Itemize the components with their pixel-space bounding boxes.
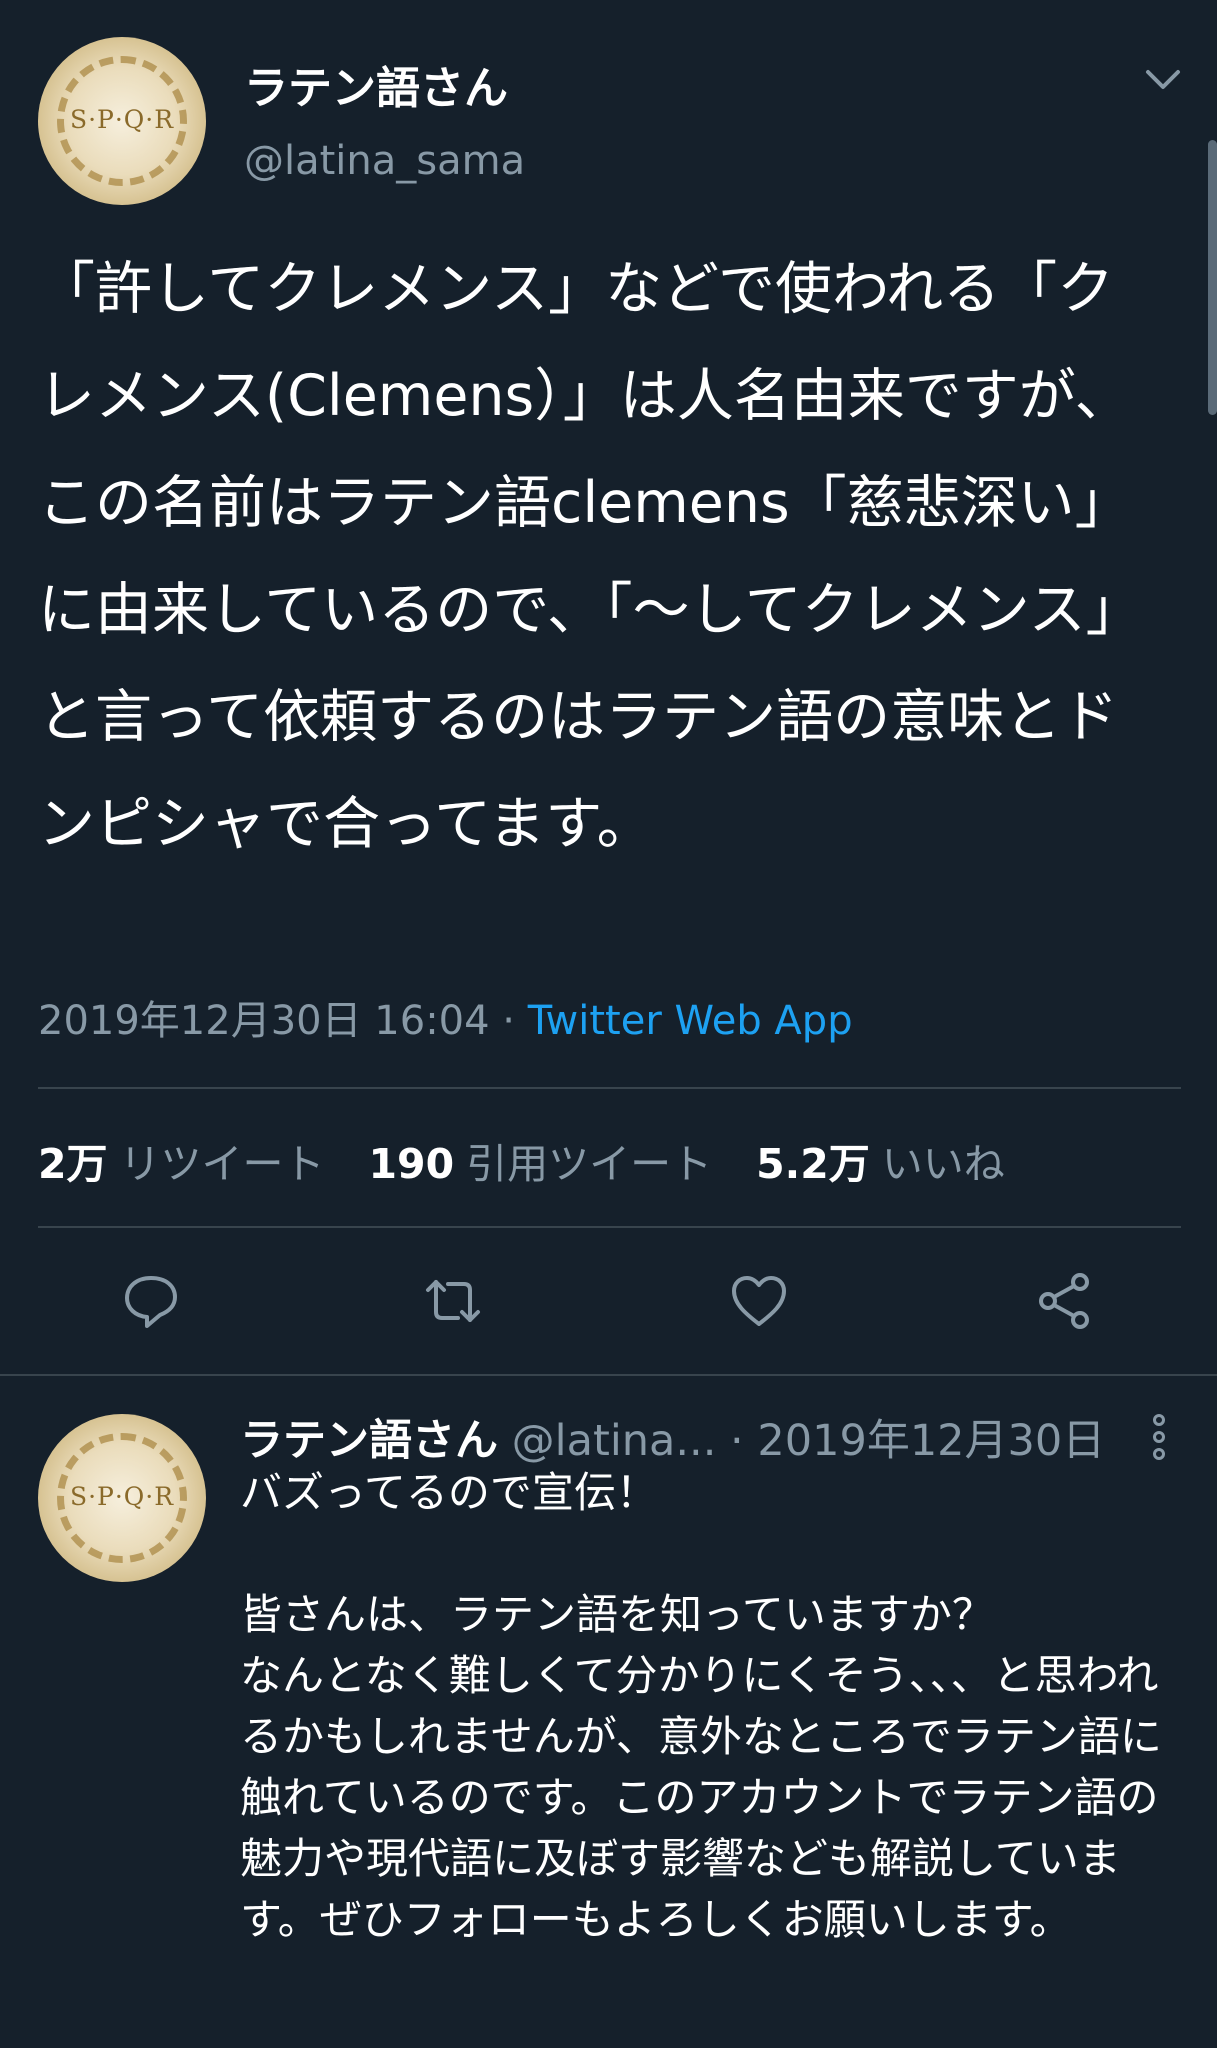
- avatar-text: S·P·Q·R: [69, 105, 175, 134]
- retweets-stat[interactable]: 2万 リツイート: [38, 1130, 325, 1190]
- likes-label: いいね: [881, 1140, 1005, 1188]
- source-app-link[interactable]: Twitter Web App: [528, 998, 853, 1044]
- reply-date[interactable]: · 2019年12月30日: [716, 1416, 1105, 1466]
- reply-header: ラテン語さん @latina... · 2019年12月30日: [240, 1406, 1120, 1468]
- chevron-down-icon[interactable]: [1144, 66, 1182, 94]
- divider: [0, 1374, 1217, 1376]
- tweet-detail-page: S·P·Q·R ラテン語さん @latina_sama 「許してクレメンス」など…: [0, 0, 1217, 2048]
- retweets-label: リツイート: [119, 1140, 325, 1188]
- engagement-stats: 2万 リツイート 190 引用ツイート 5.2万 いいね: [38, 1130, 1005, 1190]
- share-icon[interactable]: [1034, 1270, 1096, 1332]
- reply-author-handle[interactable]: @latina...: [512, 1416, 717, 1466]
- heart-icon[interactable]: [728, 1270, 790, 1332]
- more-options-icon[interactable]: [1151, 1414, 1167, 1460]
- retweet-icon[interactable]: [422, 1270, 484, 1332]
- quotes-stat[interactable]: 190 引用ツイート: [369, 1130, 713, 1190]
- author-handle[interactable]: @latina_sama: [244, 138, 525, 184]
- tweet-meta: 2019年12月30日 16:04 · Twitter Web App: [38, 988, 853, 1046]
- reply-author-name[interactable]: ラテン語さん: [240, 1416, 498, 1466]
- scrollbar[interactable]: [1208, 140, 1217, 415]
- quotes-label: 引用ツイート: [466, 1140, 713, 1188]
- tweet-timestamp[interactable]: 2019年12月30日 16:04 ·: [38, 998, 528, 1044]
- reply-icon[interactable]: [120, 1270, 182, 1332]
- action-bar: [0, 1270, 1217, 1340]
- avatar[interactable]: S·P·Q·R: [38, 1414, 206, 1582]
- divider: [38, 1226, 1181, 1228]
- quotes-count: 190: [368, 1140, 455, 1188]
- tweet-text: 「許してクレメンス」などで使われる「クレメンス(Clemens）」は人名由来です…: [38, 256, 1143, 857]
- likes-count: 5.2万: [756, 1140, 870, 1188]
- likes-stat[interactable]: 5.2万 いいね: [756, 1130, 1005, 1190]
- avatar-text: S·P·Q·R: [69, 1482, 175, 1511]
- divider: [38, 1087, 1181, 1089]
- reply-text: バズってるので宣伝！ 皆さんは、ラテン語を知っていますか？ なんとなく難しくて分…: [240, 1468, 1162, 1944]
- avatar[interactable]: S·P·Q·R: [38, 37, 206, 205]
- retweets-count: 2万: [38, 1140, 108, 1188]
- author-display-name[interactable]: ラテン語さん: [244, 52, 508, 116]
